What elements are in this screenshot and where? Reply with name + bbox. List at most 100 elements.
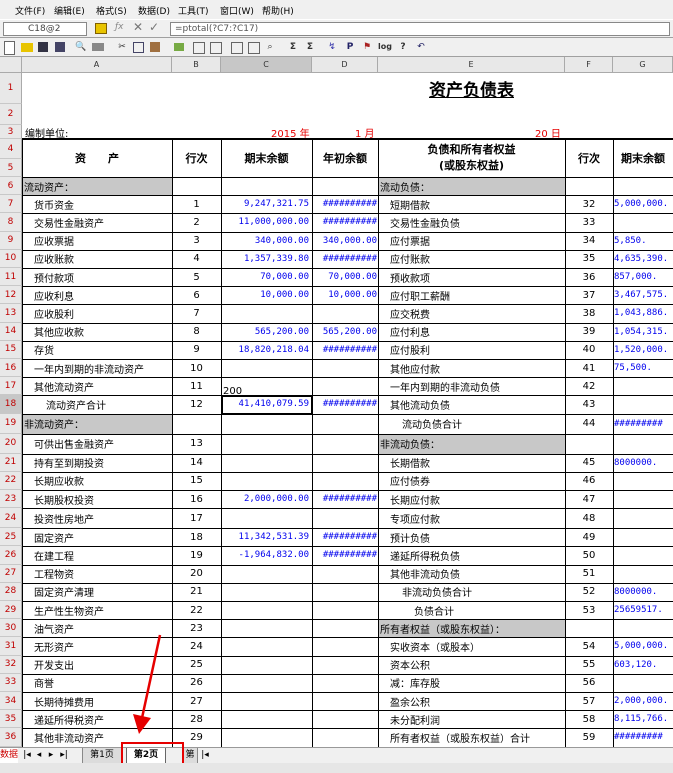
- tab-last-icon[interactable]: ▸|: [58, 748, 70, 763]
- menu-item-5[interactable]: 窗口(W): [220, 4, 254, 17]
- print-icon[interactable]: [92, 43, 104, 51]
- liability-end-balance-cell[interactable]: #########: [613, 414, 673, 434]
- liability-end-balance-cell[interactable]: 5,850.: [613, 232, 673, 250]
- begin-balance-cell[interactable]: [312, 619, 378, 637]
- begin-balance-cell[interactable]: [312, 674, 378, 692]
- row-header-33[interactable]: 33: [0, 673, 22, 692]
- delete-column-icon[interactable]: [248, 42, 260, 54]
- paste-icon[interactable]: [150, 42, 160, 52]
- liability-end-balance-cell[interactable]: [613, 674, 673, 692]
- liability-end-balance-cell[interactable]: [613, 528, 673, 546]
- end-balance-cell[interactable]: [221, 304, 312, 322]
- liability-end-balance-cell[interactable]: [613, 177, 673, 195]
- begin-balance-cell[interactable]: [312, 472, 378, 490]
- row-header-23[interactable]: 23: [0, 490, 22, 509]
- menu-item-4[interactable]: 工具(T): [178, 4, 209, 17]
- end-balance-cell[interactable]: 1,357,339.80: [221, 250, 312, 268]
- open-folder-icon[interactable]: [21, 43, 33, 52]
- end-balance-cell[interactable]: [221, 359, 312, 377]
- begin-balance-cell[interactable]: ##########: [312, 213, 378, 231]
- begin-balance-cell[interactable]: 10,000.00: [312, 286, 378, 304]
- sort-icon[interactable]: Σ: [304, 41, 316, 53]
- end-balance-cell[interactable]: -1,964,832.00: [221, 546, 312, 564]
- end-balance-cell[interactable]: [221, 508, 312, 528]
- liability-end-balance-cell[interactable]: 25659517.: [613, 601, 673, 619]
- row-header-5[interactable]: 5: [0, 159, 22, 177]
- row-header-28[interactable]: 28: [0, 582, 22, 601]
- function-icon[interactable]: ƒx: [115, 22, 124, 32]
- begin-balance-cell[interactable]: ##########: [312, 395, 378, 413]
- liability-end-balance-cell[interactable]: [613, 619, 673, 637]
- column-header-g[interactable]: G: [613, 57, 673, 73]
- end-balance-cell[interactable]: [221, 583, 312, 601]
- end-balance-cell[interactable]: 11,342,531.39: [221, 528, 312, 546]
- row-header-19[interactable]: 19: [0, 413, 22, 434]
- row-header-32[interactable]: 32: [0, 655, 22, 674]
- end-balance-cell[interactable]: [221, 454, 312, 472]
- end-balance-cell[interactable]: [221, 601, 312, 619]
- liability-end-balance-cell[interactable]: 4,635,390.: [613, 250, 673, 268]
- row-header-15[interactable]: 15: [0, 340, 22, 359]
- begin-balance-cell[interactable]: [312, 359, 378, 377]
- row-header-35[interactable]: 35: [0, 710, 22, 729]
- end-balance-cell[interactable]: [221, 434, 312, 454]
- liability-end-balance-cell[interactable]: 8000000.: [613, 454, 673, 472]
- cancel-icon[interactable]: ✕: [133, 20, 143, 34]
- begin-balance-cell[interactable]: [312, 377, 378, 395]
- liability-end-balance-cell[interactable]: 8000000.: [613, 583, 673, 601]
- row-header-6[interactable]: 6: [0, 177, 22, 196]
- end-balance-cell[interactable]: [221, 472, 312, 490]
- help-icon[interactable]: ?: [397, 41, 409, 53]
- row-header-10[interactable]: 10: [0, 249, 22, 268]
- end-balance-cell[interactable]: [221, 177, 312, 195]
- end-balance-cell[interactable]: [221, 619, 312, 637]
- log-icon[interactable]: log: [378, 41, 392, 53]
- tab-prev-icon[interactable]: ◂: [34, 748, 44, 763]
- row-header-20[interactable]: 20: [0, 433, 22, 454]
- row-header-11[interactable]: 11: [0, 268, 22, 287]
- end-balance-cell[interactable]: 565,200.00: [221, 323, 312, 341]
- row-header-26[interactable]: 26: [0, 546, 22, 565]
- begin-balance-cell[interactable]: ##########: [312, 546, 378, 564]
- liability-end-balance-cell[interactable]: 75,500.: [613, 359, 673, 377]
- column-header-e[interactable]: E: [378, 57, 565, 73]
- liability-end-balance-cell[interactable]: 857,000.: [613, 268, 673, 286]
- print-preview-icon[interactable]: 🔍: [75, 41, 87, 53]
- row-header-21[interactable]: 21: [0, 453, 22, 472]
- begin-balance-cell[interactable]: [312, 583, 378, 601]
- end-balance-cell[interactable]: [221, 565, 312, 583]
- menu-item-3[interactable]: 数据(D): [138, 4, 170, 17]
- liability-end-balance-cell[interactable]: 1,043,886.: [613, 304, 673, 322]
- cut-icon[interactable]: ✂: [116, 41, 128, 53]
- end-balance-cell[interactable]: [221, 674, 312, 692]
- row-header-3[interactable]: 3: [0, 125, 22, 139]
- cell-reference-box[interactable]: C18@2: [3, 22, 87, 36]
- begin-balance-cell[interactable]: ##########: [312, 341, 378, 359]
- liability-end-balance-cell[interactable]: [613, 434, 673, 454]
- tab-page-1[interactable]: 第1页: [82, 748, 122, 764]
- format-painter-icon[interactable]: [174, 43, 184, 51]
- column-header-d[interactable]: D: [312, 57, 378, 73]
- liability-end-balance-cell[interactable]: 603,120.: [613, 656, 673, 674]
- column-header-b[interactable]: B: [172, 57, 221, 73]
- delete-row-icon[interactable]: [231, 42, 243, 54]
- end-balance-cell[interactable]: 18,820,218.04: [221, 341, 312, 359]
- select-all-corner[interactable]: [0, 57, 22, 73]
- row-header-7[interactable]: 7: [0, 195, 22, 214]
- begin-balance-cell[interactable]: [312, 565, 378, 583]
- begin-balance-cell[interactable]: [312, 637, 378, 655]
- row-header-16[interactable]: 16: [0, 359, 22, 378]
- column-header-a[interactable]: A: [22, 57, 172, 73]
- row-header-30[interactable]: 30: [0, 619, 22, 638]
- end-balance-cell[interactable]: [221, 414, 312, 434]
- begin-balance-cell[interactable]: ##########: [312, 490, 378, 508]
- begin-balance-cell[interactable]: 565,200.00: [312, 323, 378, 341]
- liability-end-balance-cell[interactable]: [613, 565, 673, 583]
- menu-item-6[interactable]: 帮助(H): [262, 4, 294, 17]
- p-icon[interactable]: P: [344, 41, 356, 53]
- tab-first-icon[interactable]: |◂: [22, 748, 32, 763]
- sum-icon[interactable]: Σ: [287, 41, 299, 53]
- new-file-icon[interactable]: [4, 41, 15, 55]
- end-balance-cell[interactable]: 11,000,000.00: [221, 213, 312, 231]
- liability-end-balance-cell[interactable]: [613, 490, 673, 508]
